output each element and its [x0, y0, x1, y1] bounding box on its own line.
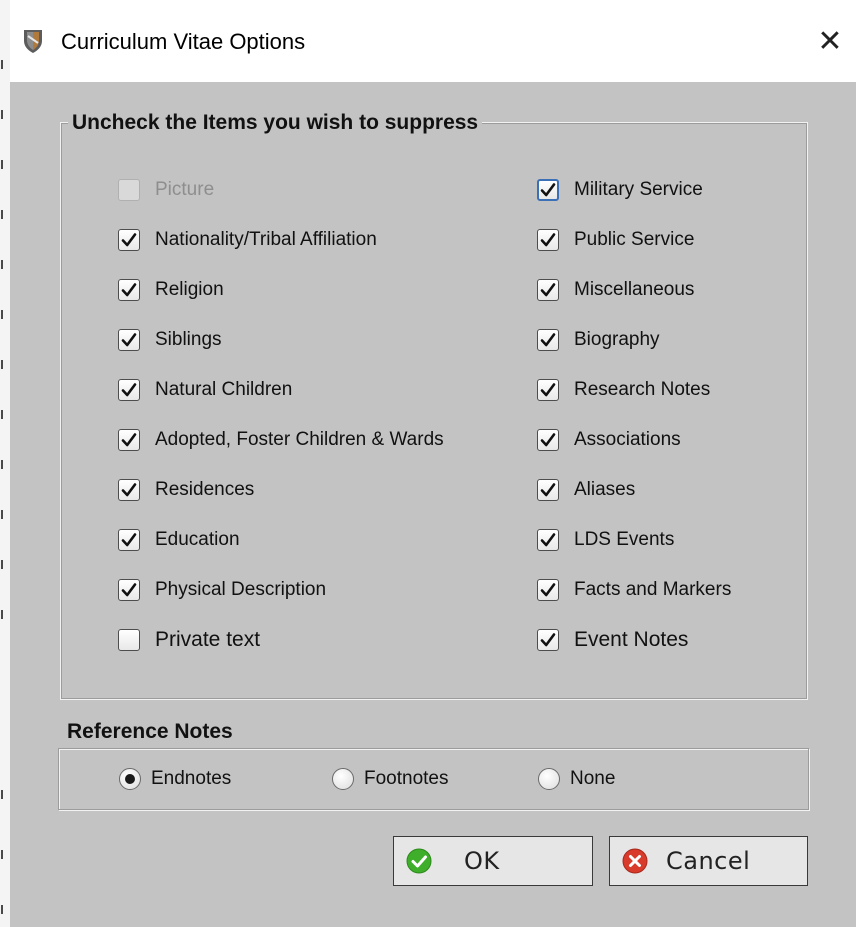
checkbox-label: Aliases	[574, 479, 636, 500]
checkmark-icon	[537, 629, 559, 651]
checkbox-label: Private text	[155, 628, 261, 651]
checkbox-label: Adopted, Foster Children & Wards	[155, 429, 444, 450]
radio-selected-icon	[119, 768, 141, 790]
window-title: Curriculum Vitae Options	[61, 29, 306, 54]
checkbox-label: Physical Description	[155, 579, 327, 600]
checkbox-label: Education	[155, 529, 240, 550]
checkbox-research-notes[interactable]: Research Notes	[537, 376, 710, 404]
checkmark-icon	[118, 279, 140, 301]
checkbox-adopted-foster-children-wards[interactable]: Adopted, Foster Children & Wards	[118, 426, 444, 454]
checkbox-label: Associations	[574, 429, 681, 450]
checkbox-label: Picture	[155, 179, 215, 200]
checkbox-label: Natural Children	[155, 379, 293, 400]
app-shield-icon	[21, 28, 45, 54]
checkbox-label: Biography	[574, 329, 660, 350]
cv-options-dialog: Curriculum Vitae Options ✕ Uncheck the I…	[10, 0, 856, 927]
checkmark-icon	[537, 429, 559, 451]
check-circle-icon	[406, 848, 432, 874]
checkmark-icon	[537, 479, 559, 501]
checkmark-icon	[118, 329, 140, 351]
checkbox-military-service[interactable]: Military Service	[537, 176, 703, 204]
checkbox-label: Siblings	[155, 329, 222, 350]
radio-label: None	[570, 768, 616, 789]
checkbox-miscellaneous[interactable]: Miscellaneous	[537, 276, 694, 304]
checkmark-icon	[118, 529, 140, 551]
checkbox-picture: Picture	[118, 176, 214, 204]
checkbox-nationality-tribal-affiliation[interactable]: Nationality/Tribal Affiliation	[118, 226, 377, 254]
checkmark-icon	[118, 579, 140, 601]
checkbox-facts-and-markers[interactable]: Facts and Markers	[537, 576, 731, 604]
checkbox-aliases[interactable]: Aliases	[537, 476, 635, 504]
checkbox-label: Miscellaneous	[574, 279, 695, 300]
title-bar: Curriculum Vitae Options ✕	[10, 0, 856, 82]
checkbox-physical-description[interactable]: Physical Description	[118, 576, 326, 604]
suppress-items-group	[60, 122, 808, 700]
radio-label: Endnotes	[151, 768, 232, 789]
checkbox-label: LDS Events	[574, 529, 675, 550]
radio-empty-icon	[538, 768, 560, 790]
checkmark-icon	[537, 329, 559, 351]
checkmark-icon	[118, 479, 140, 501]
checkmark-icon	[537, 529, 559, 551]
checkbox-religion[interactable]: Religion	[118, 276, 224, 304]
checkmark-icon	[537, 379, 559, 401]
checkbox-public-service[interactable]: Public Service	[537, 226, 694, 254]
checkmark-icon	[537, 579, 559, 601]
checkbox-private-text[interactable]: Private text	[118, 626, 260, 654]
reference-notes-title: Reference Notes	[67, 720, 233, 743]
checkmark-icon	[118, 379, 140, 401]
radio-endnotes[interactable]: Endnotes	[119, 765, 231, 793]
cancel-label: Cancel	[666, 847, 751, 875]
checkmark-icon	[118, 429, 140, 451]
checkbox-natural-children[interactable]: Natural Children	[118, 376, 292, 404]
checkbox-biography[interactable]: Biography	[537, 326, 660, 354]
checkbox-associations[interactable]: Associations	[537, 426, 681, 454]
checkbox-label: Residences	[155, 479, 255, 500]
suppress-group-title: Uncheck the Items you wish to suppress	[68, 111, 483, 135]
close-icon[interactable]: ✕	[806, 19, 854, 65]
ok-button[interactable]: OK	[393, 836, 593, 886]
checkbox-label: Nationality/Tribal Affiliation	[155, 229, 377, 250]
radio-empty-icon	[332, 768, 354, 790]
checkmark-icon	[537, 279, 559, 301]
checkmark-icon	[118, 229, 140, 251]
checkbox-label: Military Service	[574, 179, 703, 200]
checkmark-icon	[537, 179, 559, 201]
radio-footnotes[interactable]: Footnotes	[332, 765, 449, 793]
checkbox-empty-icon	[118, 629, 140, 651]
checkbox-event-notes[interactable]: Event Notes	[537, 626, 688, 654]
checkbox-label: Facts and Markers	[574, 579, 732, 600]
radio-label: Footnotes	[364, 768, 449, 789]
ok-label: OK	[464, 847, 500, 875]
checkmark-icon	[537, 229, 559, 251]
radio-none[interactable]: None	[538, 765, 615, 793]
checkbox-education[interactable]: Education	[118, 526, 240, 554]
checkbox-lds-events[interactable]: LDS Events	[537, 526, 674, 554]
cancel-button[interactable]: Cancel	[609, 836, 808, 886]
checkbox-empty-icon	[118, 179, 140, 201]
checkbox-label: Research Notes	[574, 379, 711, 400]
checkbox-residences[interactable]: Residences	[118, 476, 254, 504]
checkbox-label: Event Notes	[574, 628, 689, 651]
x-circle-icon	[622, 848, 648, 874]
checkbox-siblings[interactable]: Siblings	[118, 326, 222, 354]
checkbox-label: Religion	[155, 279, 224, 300]
checkbox-label: Public Service	[574, 229, 695, 250]
